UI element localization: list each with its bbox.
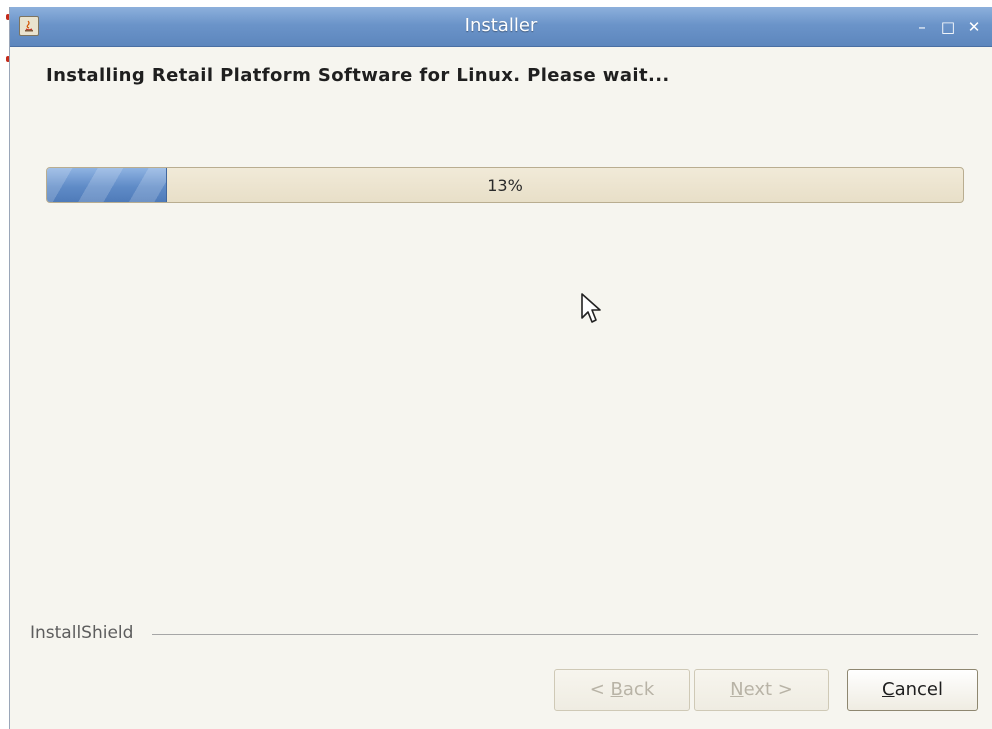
separator-line	[152, 634, 978, 635]
window-title: Installer	[464, 15, 538, 36]
next-button-mnemonic: N	[730, 679, 744, 700]
close-button[interactable]: ✕	[962, 15, 986, 39]
next-button-label-rest: ext >	[743, 679, 793, 700]
minimize-button[interactable]: –	[910, 15, 934, 39]
next-button[interactable]: Next >	[694, 669, 829, 711]
cancel-button[interactable]: Cancel	[847, 669, 978, 711]
install-progress-bar: 13%	[46, 167, 964, 203]
back-button[interactable]: < Back	[554, 669, 690, 711]
cancel-button-mnemonic: C	[882, 679, 895, 700]
cancel-button-label-rest: ancel	[894, 679, 943, 700]
title-bar[interactable]: Installer – □ ✕	[10, 7, 992, 47]
installer-window: Installer – □ ✕ Installing Retail Platfo…	[9, 7, 992, 729]
brand-separator: InstallShield	[30, 623, 978, 645]
mouse-pointer-icon	[580, 292, 602, 330]
window-controls: – □ ✕	[910, 15, 986, 39]
back-button-mnemonic: B	[610, 679, 623, 700]
installshield-brand-label: InstallShield	[30, 623, 142, 643]
back-button-label-rest: ack	[622, 679, 655, 700]
status-heading: Installing Retail Platform Software for …	[46, 65, 670, 86]
maximize-button[interactable]: □	[936, 15, 960, 39]
progress-percent-label: 13%	[487, 176, 523, 195]
back-button-prefix: <	[589, 679, 611, 700]
